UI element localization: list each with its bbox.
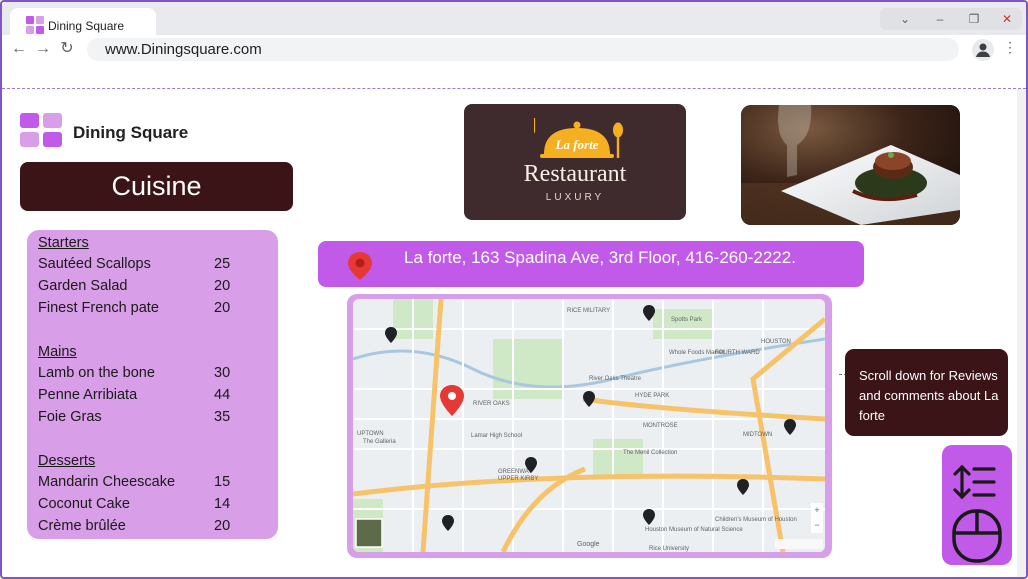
menu-item: Foie Gras 35 <box>38 409 248 425</box>
map-label: Spotts Park <box>671 317 703 323</box>
menu-item-price: 30 <box>214 365 231 381</box>
browser-toolbar: ← → ↻ www.Diningsquare.com ⋮ <box>2 35 1026 65</box>
menu-item: Finest French pate 20 <box>38 300 248 316</box>
map-label: Children's Museum of Houston <box>715 517 797 523</box>
map-label: Houston Museum of Natural Science <box>645 527 743 533</box>
map-label: GREENWAY <box>498 469 532 475</box>
map-label: River Oaks Theatre <box>589 376 642 382</box>
mouse-icon <box>952 509 1002 563</box>
menu-item-name: Mandarin Cheescake <box>38 474 176 490</box>
menu-item-name: Sautéed Scallops <box>38 256 151 272</box>
scroll-down-button[interactable] <box>942 445 1012 565</box>
kebab-menu-icon[interactable]: ⋮ <box>1003 39 1017 56</box>
menu-panel: Starters Sautéed Scallops 25 Garden Sala… <box>27 230 278 539</box>
reload-icon[interactable]: ↻ <box>57 39 77 59</box>
map-label: MIDTOWN <box>743 432 772 438</box>
back-icon[interactable]: ← <box>9 39 29 59</box>
map-zoom-in: + <box>814 505 819 515</box>
dining-square-favicon-icon <box>26 16 44 34</box>
menu-item-name: Garden Salad <box>38 278 128 294</box>
map-label: RICE MILITARY <box>567 308 610 314</box>
forward-icon[interactable]: → <box>33 39 53 59</box>
menu-item-price: 20 <box>214 278 231 294</box>
tooltip-text: Scroll down for Reviews and comments abo… <box>859 368 999 423</box>
address-text: La forte, 163 Spadina Ave, 3rd Floor, 41… <box>404 248 796 267</box>
address-bar[interactable]: www.Diningsquare.com <box>87 38 959 61</box>
google-logo: Google <box>577 541 600 548</box>
page-scrollbar[interactable] <box>1017 89 1026 577</box>
menu-item: Mandarin Cheescake 15 <box>38 474 248 490</box>
menu-item: Lamb on the bone 30 <box>38 365 248 381</box>
map-label: FOURTH WARD <box>715 350 760 356</box>
steak-dish-photo <box>741 105 960 225</box>
menu-item-name: Lamb on the bone <box>38 365 155 381</box>
menu-item-price: 44 <box>214 387 231 403</box>
tab-title: Dining Square <box>48 19 125 33</box>
menu-item: Penne Arribiata 44 <box>38 387 248 403</box>
map-pin-icon <box>348 252 372 280</box>
browser-window: Dining Square ⌄ – ❐ ✕ ← → ↻ www.Diningsq… <box>0 0 1028 579</box>
url-text: www.Diningsquare.com <box>105 41 262 58</box>
tab-strip: Dining Square ⌄ – ❐ ✕ <box>2 2 1026 36</box>
menu-item: Coconut Cake 14 <box>38 496 248 512</box>
map-label: Lamar High School <box>471 433 522 439</box>
menu-item-price: 35 <box>214 409 231 425</box>
menu-section-desserts: Desserts <box>38 453 96 469</box>
map-label: RIVER OAKS <box>473 401 510 407</box>
menu-item-name: Penne Arribiata <box>38 387 138 403</box>
sort-lines-icon <box>953 464 996 500</box>
map-zoom-out: − <box>814 520 819 530</box>
profile-icon[interactable] <box>972 39 994 61</box>
menu-item-price: 25 <box>214 256 231 272</box>
menu-item: Sautéed Scallops 25 <box>38 256 248 272</box>
minimize-button[interactable]: – <box>925 8 955 30</box>
dining-square-logo-icon <box>20 113 64 149</box>
close-button[interactable]: ✕ <box>992 8 1022 30</box>
menu-item-price: 20 <box>214 300 231 316</box>
map-label: HYDE PARK <box>635 393 669 399</box>
menu-item-price: 14 <box>214 496 231 512</box>
brand-name: Dining Square <box>73 123 189 142</box>
map-label: UPTOWN <box>357 431 384 437</box>
browser-tab[interactable]: Dining Square <box>10 8 156 36</box>
menu-item-name: Coconut Cake <box>38 496 130 512</box>
logo-script-text: La forte <box>555 137 599 152</box>
restore-button[interactable]: ❐ <box>959 8 989 30</box>
map-label: HOUSTON <box>761 339 791 345</box>
menu-section-mains: Mains <box>38 344 77 360</box>
menu-item: Crème brûlée 20 <box>38 518 248 534</box>
cloche-icon: La forte <box>534 118 623 158</box>
menu-item: Garden Salad 20 <box>38 278 248 294</box>
page-divider <box>2 88 1026 89</box>
location-map[interactable]: RICE MILITARY Spotts Park HYDE PARK RIVE… <box>353 299 825 552</box>
map-label: MONTROSE <box>643 423 678 429</box>
menu-item-name: Finest French pate <box>38 300 159 316</box>
menu-section-starters: Starters <box>38 235 89 251</box>
map-label: The Galleria <box>363 439 396 445</box>
menu-item-price: 15 <box>214 474 231 490</box>
map-label: The Menil Collection <box>623 450 677 456</box>
logo-restaurant-text: Restaurant <box>523 161 627 187</box>
tab-search-icon[interactable]: ⌄ <box>890 8 920 30</box>
logo-tagline: LUXURY <box>545 192 605 203</box>
menu-item-price: 20 <box>214 518 231 534</box>
menu-item-name: Crème brûlée <box>38 518 126 534</box>
cuisine-heading: Cuisine <box>20 162 293 211</box>
map-label: Rice University <box>649 546 689 552</box>
menu-item-name: Foie Gras <box>38 409 102 425</box>
map-label: UPPER KIRBY <box>498 476 538 482</box>
